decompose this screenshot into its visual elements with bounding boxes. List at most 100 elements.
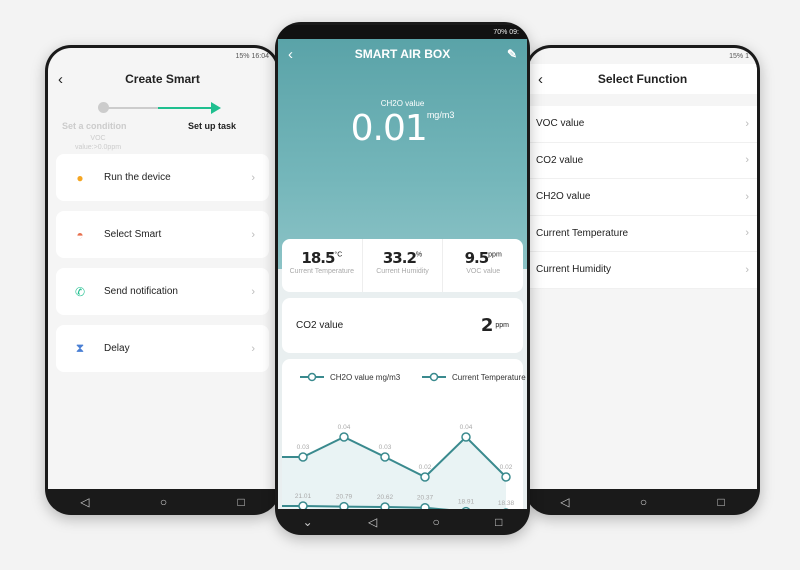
- function-item[interactable]: Current Temperature ›: [528, 215, 757, 252]
- function-item[interactable]: CO2 value ›: [528, 142, 757, 179]
- android-nav-bar: ⌄ ◁ ○ □: [275, 509, 530, 535]
- air-box-screen: 70% 09: ‹ SMART AIR BOX ✎ CH2O value 0.01m…: [278, 25, 527, 509]
- sunrise-icon: ◓: [76, 227, 84, 242]
- chevron-right-icon: ›: [745, 227, 749, 240]
- android-nav-bar: ◁ ○ □: [45, 489, 280, 515]
- stat-unit: ppm: [488, 251, 502, 259]
- data-point: [298, 501, 308, 509]
- function-label: CH2O value: [536, 191, 591, 203]
- item-label: Delay: [104, 343, 130, 354]
- item-label: Run the device: [104, 172, 171, 183]
- phone-message-icon: ✆: [74, 284, 86, 299]
- chevron-right-icon: ›: [251, 171, 255, 184]
- chevron-right-icon: ›: [745, 117, 749, 130]
- android-nav-bar: ◁ ○ □: [525, 489, 760, 515]
- step1-detail: VOC value:>0.0ppm: [62, 134, 134, 152]
- data-point: [461, 432, 471, 442]
- data-point: [420, 472, 430, 482]
- chevron-right-icon: ›: [745, 190, 749, 203]
- edit-icon[interactable]: ✎: [507, 47, 517, 61]
- stat-voc: 9.5ppm VOC value: [443, 239, 523, 292]
- stat-value: 9.5: [464, 249, 490, 267]
- task-run-device[interactable]: ● Run the device ›: [56, 154, 269, 201]
- function-label: Current Temperature: [536, 227, 629, 239]
- legend-label: CH2O value mg/m3: [330, 373, 401, 382]
- chevron-right-icon: ›: [251, 342, 255, 355]
- task-delay[interactable]: ⧗ Delay ›: [56, 325, 269, 372]
- chevron-right-icon: ›: [251, 285, 255, 298]
- main-reading: 0.01mg/m3: [278, 108, 527, 149]
- data-label: 0.03: [379, 444, 392, 451]
- nav-back-icon[interactable]: ◁: [368, 515, 377, 529]
- co2-value: 2: [480, 315, 493, 336]
- chevron-right-icon: ›: [745, 263, 749, 276]
- data-label: 0.02: [500, 464, 513, 471]
- data-label: 0.03: [297, 444, 310, 451]
- nav-home-icon[interactable]: ○: [160, 495, 167, 509]
- arrow-icon: [211, 102, 221, 114]
- create-smart-screen: 15% 16:04 ‹ Create Smart Set a condition …: [48, 48, 277, 489]
- step1-label: Set a condition: [62, 121, 127, 131]
- phone-create-smart: 15% 16:04 ‹ Create Smart Set a condition …: [45, 45, 280, 515]
- stat-humidity: 33.2% Current Humidity: [363, 239, 444, 292]
- step1-detail-1: VOC: [90, 135, 106, 142]
- function-list: VOC value › CO2 value › CH2O value › Current T…: [528, 106, 757, 289]
- data-label: 20.62: [377, 494, 394, 501]
- page-title: Create Smart: [125, 72, 200, 86]
- header-panel: ‹ SMART AIR BOX ✎ CH2O value 0.01mg/m3: [278, 39, 527, 269]
- phone-smart-air-box: 70% 09: ‹ SMART AIR BOX ✎ CH2O value 0.01m…: [275, 22, 530, 535]
- stats-card: 18.5°C Current Temperature 33.2% Current H…: [282, 239, 523, 292]
- stat-label: VOC value: [466, 268, 501, 275]
- data-point: [380, 452, 390, 462]
- function-label: CO2 value: [536, 154, 584, 166]
- nav-home-icon[interactable]: ○: [640, 495, 647, 509]
- data-label: 20.37: [417, 495, 434, 502]
- nav-back-icon[interactable]: ◁: [560, 495, 569, 509]
- stat-unit: °C: [334, 251, 343, 259]
- status-bar: 70% 09:: [278, 25, 527, 39]
- stat-unit: %: [415, 251, 423, 259]
- status-bar: 15% 1: [729, 52, 749, 60]
- page-title: Select Function: [597, 72, 688, 86]
- back-button[interactable]: ‹: [288, 46, 293, 63]
- data-point: [339, 432, 349, 442]
- step-progress: Set a condition VOC value:>0.0ppm Set up …: [48, 94, 277, 154]
- function-item[interactable]: VOC value ›: [528, 106, 757, 143]
- function-item[interactable]: Current Humidity ›: [528, 252, 757, 289]
- stat-value: 33.2: [382, 249, 417, 267]
- co2-label: CO2 value: [296, 320, 344, 331]
- data-label: 20.79: [336, 494, 353, 501]
- stat-value: 18.5: [301, 249, 335, 267]
- co2-card[interactable]: CO2 value 2 ppm: [282, 298, 523, 353]
- chart-card: CH2O value mg/m3 Current Temperature 0.03 0…: [282, 359, 526, 509]
- page-title: SMART AIR BOX: [354, 47, 451, 61]
- data-point: [501, 472, 511, 482]
- data-label: 18.38: [498, 500, 515, 507]
- back-button[interactable]: ‹: [58, 71, 63, 88]
- task-select-smart[interactable]: ◓ Select Smart ›: [56, 211, 269, 258]
- nav-recent-icon[interactable]: □: [718, 495, 725, 509]
- legend-label: Current Temperature: [452, 373, 526, 382]
- hourglass-icon: ⧗: [75, 341, 85, 355]
- nav-recent-icon[interactable]: □: [495, 515, 502, 529]
- nav-home-icon[interactable]: ○: [433, 515, 440, 529]
- function-item[interactable]: CH2O value ›: [528, 179, 757, 216]
- legend-marker: [429, 372, 439, 382]
- step2-label: Set up task: [188, 121, 237, 131]
- main-unit: mg/m3: [426, 110, 455, 120]
- stat-temperature: 18.5°C Current Temperature: [282, 239, 363, 292]
- main-value: 0.01: [350, 108, 428, 149]
- task-send-notification[interactable]: ✆ Send notification ›: [56, 268, 269, 315]
- select-function-screen: 15% 1 ‹ Select Function VOC value › CO2 val…: [528, 48, 757, 489]
- chevron-right-icon: ›: [251, 228, 255, 241]
- progress-line-green: [158, 107, 213, 109]
- nav-collapse-icon[interactable]: ⌄: [303, 515, 313, 529]
- nav-recent-icon[interactable]: □: [238, 495, 245, 509]
- legend-marker: [307, 372, 317, 382]
- chevron-right-icon: ›: [745, 154, 749, 167]
- back-button[interactable]: ‹: [538, 71, 543, 88]
- stat-label: Current Humidity: [376, 268, 429, 275]
- data-point: [298, 452, 308, 462]
- data-label: 21.01: [295, 493, 312, 500]
- nav-back-icon[interactable]: ◁: [80, 495, 89, 509]
